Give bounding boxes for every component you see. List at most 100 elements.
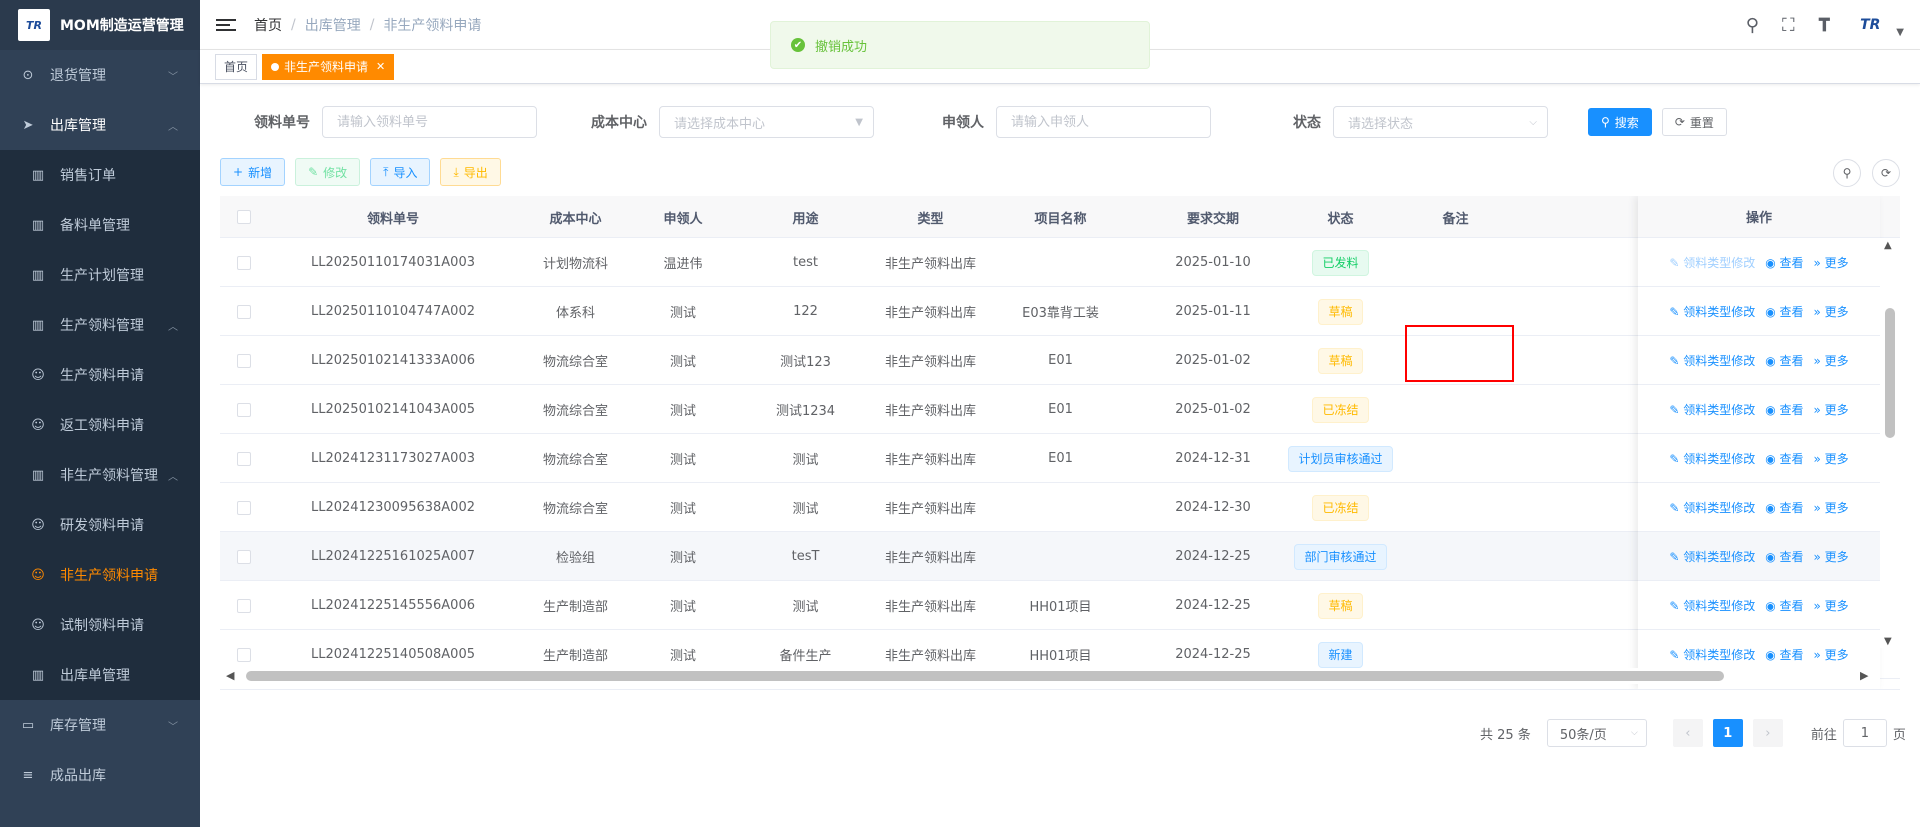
status-badge: 已发料 — [1312, 249, 1369, 276]
toggle-search-icon[interactable]: ⚲ — [1833, 159, 1861, 187]
more-link[interactable]: » 更多 — [1814, 401, 1849, 418]
monitor-icon: ▭ — [21, 717, 35, 733]
row-checkbox[interactable] — [237, 500, 251, 515]
horizontal-scrollbar[interactable]: ◀ ▶ — [220, 668, 1880, 684]
hamburger-icon[interactable] — [216, 15, 236, 35]
view-link[interactable]: ◉ 查看 — [1765, 401, 1803, 418]
cost-center-select[interactable]: 请选择成本中心 ▼ — [659, 106, 874, 138]
view-link[interactable]: ◉ 查看 — [1765, 352, 1803, 369]
sidebar-item-8[interactable]: ▥ 非生产领料管理 ︿ — [0, 450, 200, 500]
type-edit-link[interactable]: ✎ 领料类型修改 — [1669, 499, 1755, 516]
scroll-down-icon[interactable]: ▼ — [1884, 636, 1892, 647]
sidebar-item-9[interactable]: ☺ 研发领料申请 — [0, 500, 200, 550]
tag-current[interactable]: 非生产领料申请 ✕ — [262, 53, 395, 80]
row-checkbox[interactable] — [237, 647, 251, 662]
view-link[interactable]: ◉ 查看 — [1765, 450, 1803, 467]
type-edit-link[interactable]: ✎ 领料类型修改 — [1669, 254, 1755, 271]
font-size-icon[interactable]: 𝐓 — [1814, 15, 1834, 36]
sidebar-item-0[interactable]: ⊙ 退货管理 ﹀ — [0, 50, 200, 100]
sidebar-item-7[interactable]: ☺ 返工领料申请 — [0, 400, 200, 450]
applicant-input[interactable] — [996, 106, 1211, 138]
cell-purpose: 测试 — [792, 502, 819, 517]
page-number-1[interactable]: 1 — [1712, 719, 1743, 747]
sidebar-item-10[interactable]: ☺ 非生产领料申请 — [0, 550, 200, 600]
type-edit-link[interactable]: ✎ 领料类型修改 — [1669, 401, 1755, 418]
type-edit-link[interactable]: ✎ 领料类型修改 — [1669, 597, 1755, 614]
more-link[interactable]: » 更多 — [1814, 646, 1849, 663]
type-edit-link[interactable]: ✎ 领料类型修改 — [1669, 450, 1755, 467]
page-size-select[interactable]: 50条/页 ⌵ — [1546, 719, 1647, 747]
view-link-label: 查看 — [1779, 353, 1804, 368]
sidebar-item-2[interactable]: ▥ 销售订单 — [0, 150, 200, 200]
refresh-icon[interactable]: ⟳ — [1872, 159, 1900, 187]
edit-button[interactable]: ✎ 修改 — [295, 158, 361, 186]
col-remark: 备注 — [1442, 211, 1469, 227]
code-input[interactable] — [322, 106, 537, 138]
goto-page-input[interactable] — [1842, 719, 1887, 747]
search-button[interactable]: ⚲ 搜索 — [1588, 108, 1652, 136]
row-checkbox[interactable] — [237, 353, 251, 368]
avatar[interactable]: TR — [1850, 13, 1890, 37]
horizontal-scroll-thumb[interactable] — [246, 671, 1724, 681]
next-page-button[interactable]: › — [1752, 719, 1783, 747]
search-icon[interactable]: ⚲ — [1742, 15, 1762, 36]
view-link[interactable]: ◉ 查看 — [1765, 646, 1803, 663]
more-link[interactable]: » 更多 — [1814, 352, 1849, 369]
scroll-up-icon[interactable]: ▲ — [1884, 240, 1892, 251]
row-checkbox[interactable] — [237, 598, 251, 613]
reset-button[interactable]: ⟳ 重置 — [1661, 108, 1727, 136]
more-link[interactable]: » 更多 — [1814, 303, 1849, 320]
fullscreen-icon[interactable]: ⛶ — [1778, 15, 1798, 36]
sidebar-item-12[interactable]: ▥ 出库单管理 — [0, 650, 200, 700]
row-checkbox[interactable] — [237, 304, 251, 319]
breadcrumb-outbound[interactable]: 出库管理 — [305, 15, 361, 35]
view-link[interactable]: ◉ 查看 — [1765, 499, 1803, 516]
tag-home[interactable]: 首页 — [215, 53, 258, 80]
view-link[interactable]: ◉ 查看 — [1765, 597, 1803, 614]
row-checkbox[interactable] — [237, 255, 251, 270]
type-edit-link[interactable]: ✎ 领料类型修改 — [1669, 548, 1755, 565]
view-link[interactable]: ◉ 查看 — [1765, 303, 1803, 320]
sidebar-item-5[interactable]: ▥ 生产领料管理 ︿ — [0, 300, 200, 350]
cell-due-date: 2024-12-25 — [1175, 549, 1251, 564]
type-edit-link[interactable]: ✎ 领料类型修改 — [1669, 646, 1755, 663]
type-edit-link[interactable]: ✎ 领料类型修改 — [1669, 352, 1755, 369]
import-button[interactable]: ⤒ 导入 — [370, 158, 431, 186]
breadcrumb-home[interactable]: 首页 — [254, 15, 282, 35]
goto-suffix: 页 — [1892, 727, 1906, 743]
scroll-left-icon[interactable]: ◀ — [226, 669, 234, 682]
row-checkbox[interactable] — [237, 402, 251, 417]
status-select[interactable]: 请选择状态 ⌵ — [1333, 106, 1548, 138]
sidebar-item-4[interactable]: ▥ 生产计划管理 — [0, 250, 200, 300]
row-checkbox[interactable] — [237, 451, 251, 466]
vertical-scroll-thumb[interactable] — [1885, 308, 1895, 438]
cell-select — [220, 434, 268, 483]
row-checkbox[interactable] — [237, 549, 251, 564]
prev-page-button[interactable]: ‹ — [1672, 719, 1703, 747]
sidebar-item-11[interactable]: ☺ 试制领料申请 — [0, 600, 200, 650]
more-link[interactable]: » 更多 — [1814, 548, 1849, 565]
add-button[interactable]: + 新增 — [220, 158, 286, 186]
type-edit-link[interactable]: ✎ 领料类型修改 — [1669, 303, 1755, 320]
scroll-right-icon[interactable]: ▶ — [1860, 669, 1868, 682]
select-all-checkbox[interactable] — [237, 210, 251, 224]
sidebar-item-6[interactable]: ☺ 生产领料申请 — [0, 350, 200, 400]
sidebar-item-3[interactable]: ▥ 备料单管理 — [0, 200, 200, 250]
close-icon[interactable]: ✕ — [376, 60, 385, 73]
eye-icon: ◉ — [1765, 353, 1780, 368]
double-arrow-icon: » — [1813, 598, 1825, 613]
view-link[interactable]: ◉ 查看 — [1765, 254, 1803, 271]
sidebar-item-1[interactable]: ➤ 出库管理 ︿ — [0, 100, 200, 150]
sidebar-item-13[interactable]: ▭ 库存管理 ﹀ — [0, 700, 200, 750]
more-link[interactable]: » 更多 — [1814, 597, 1849, 614]
more-link[interactable]: » 更多 — [1814, 254, 1849, 271]
eye-icon: ◉ — [1765, 549, 1780, 564]
more-link[interactable]: » 更多 — [1814, 499, 1849, 516]
caret-down-icon[interactable]: ▼ — [1896, 27, 1904, 38]
vertical-scrollbar[interactable]: ▲ ▼ — [1880, 238, 1900, 648]
more-link[interactable]: » 更多 — [1814, 450, 1849, 467]
export-button[interactable]: ⤓ 导出 — [440, 158, 501, 186]
sidebar-item-14[interactable]: ≡ 成品出库 — [0, 750, 200, 800]
view-link[interactable]: ◉ 查看 — [1765, 548, 1803, 565]
cell-due-date: 2025-01-10 — [1175, 255, 1251, 270]
